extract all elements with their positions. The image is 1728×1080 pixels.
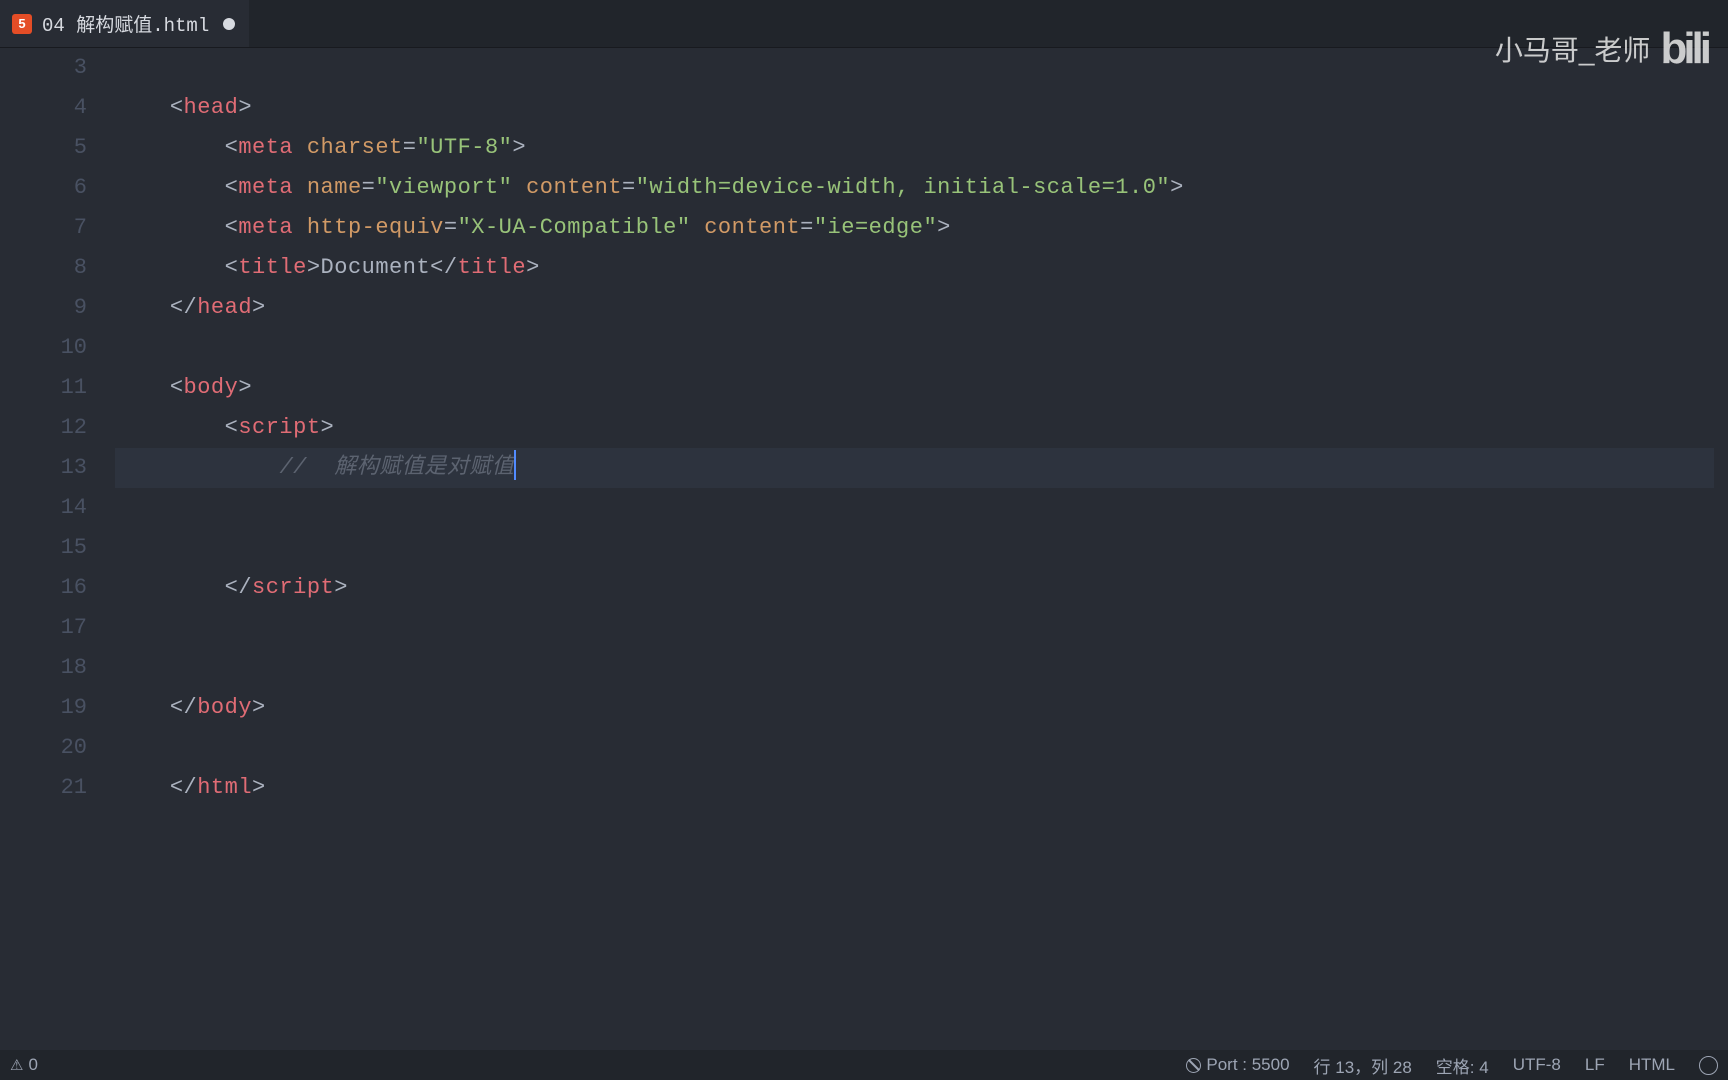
code-line[interactable]: <meta charset="UTF-8"> (115, 128, 1728, 168)
line-number: 11 (0, 368, 87, 408)
html5-icon: 5 (12, 14, 32, 34)
line-number: 21 (0, 768, 87, 808)
line-number: 19 (0, 688, 87, 728)
watermark: 小马哥_老师 bili (1495, 24, 1708, 74)
code-line[interactable]: <meta name="viewport" content="width=dev… (115, 168, 1728, 208)
line-number: 7 (0, 208, 87, 248)
code-line[interactable]: // 解构赋值是对赋值 (115, 448, 1728, 488)
line-number: 5 (0, 128, 87, 168)
eol[interactable]: LF (1585, 1055, 1605, 1075)
code-line[interactable]: <head> (115, 88, 1728, 128)
cursor-position[interactable]: 行 13，列 28 (1314, 1053, 1412, 1078)
encoding[interactable]: UTF-8 (1513, 1055, 1561, 1075)
code-line[interactable]: </body> (115, 688, 1728, 728)
live-server-port[interactable]: Port : 5500 (1186, 1055, 1289, 1075)
line-number: 4 (0, 88, 87, 128)
code-line[interactable] (115, 608, 1728, 648)
code-line[interactable]: <title>Document</title> (115, 248, 1728, 288)
unsaved-indicator-icon (223, 18, 235, 30)
code-line[interactable] (115, 48, 1728, 88)
line-number: 15 (0, 528, 87, 568)
line-number: 6 (0, 168, 87, 208)
text-cursor (514, 450, 516, 480)
problem-count: 0 (28, 1055, 37, 1075)
line-number: 18 (0, 648, 87, 688)
indentation[interactable]: 空格: 4 (1436, 1053, 1489, 1078)
line-number: 13 (0, 448, 87, 488)
code-line[interactable]: <script> (115, 408, 1728, 448)
line-number-gutter: 3456789101112131415161718192021 (0, 48, 115, 1050)
code-line[interactable] (115, 488, 1728, 528)
code-line[interactable]: <body> (115, 368, 1728, 408)
warning-icon (10, 1055, 23, 1075)
problems-indicator[interactable]: 0 (10, 1055, 38, 1075)
code-line[interactable]: </head> (115, 288, 1728, 328)
code-line[interactable] (115, 328, 1728, 368)
code-line[interactable] (115, 648, 1728, 688)
code-line[interactable]: </script> (115, 568, 1728, 608)
watermark-text: 小马哥_老师 (1495, 29, 1651, 69)
line-number: 17 (0, 608, 87, 648)
code-line[interactable] (115, 728, 1728, 768)
block-icon (1186, 1058, 1201, 1073)
bilibili-logo-icon: bili (1660, 24, 1708, 74)
port-label: Port : 5500 (1206, 1055, 1289, 1075)
line-number: 10 (0, 328, 87, 368)
code-area[interactable]: <head> <meta charset="UTF-8"> <meta name… (115, 48, 1728, 1050)
code-line[interactable]: <meta http-equiv="X-UA-Compatible" conte… (115, 208, 1728, 248)
line-number: 16 (0, 568, 87, 608)
tab-bar: 5 04 解构赋值.html (0, 0, 1728, 48)
feedback-icon[interactable] (1699, 1056, 1718, 1075)
line-number: 3 (0, 48, 87, 88)
line-number: 14 (0, 488, 87, 528)
code-editor[interactable]: 3456789101112131415161718192021 <head> <… (0, 48, 1728, 1050)
code-line[interactable]: </html> (115, 768, 1728, 808)
line-number: 9 (0, 288, 87, 328)
status-bar: 0 Port : 5500 行 13，列 28 空格: 4 UTF-8 LF H… (0, 1050, 1728, 1080)
language-mode[interactable]: HTML (1629, 1055, 1675, 1075)
file-tab[interactable]: 5 04 解构赋值.html (0, 0, 249, 47)
code-line[interactable] (115, 528, 1728, 568)
tab-filename: 04 解构赋值.html (42, 10, 209, 37)
line-number: 20 (0, 728, 87, 768)
line-number: 8 (0, 248, 87, 288)
line-number: 12 (0, 408, 87, 448)
